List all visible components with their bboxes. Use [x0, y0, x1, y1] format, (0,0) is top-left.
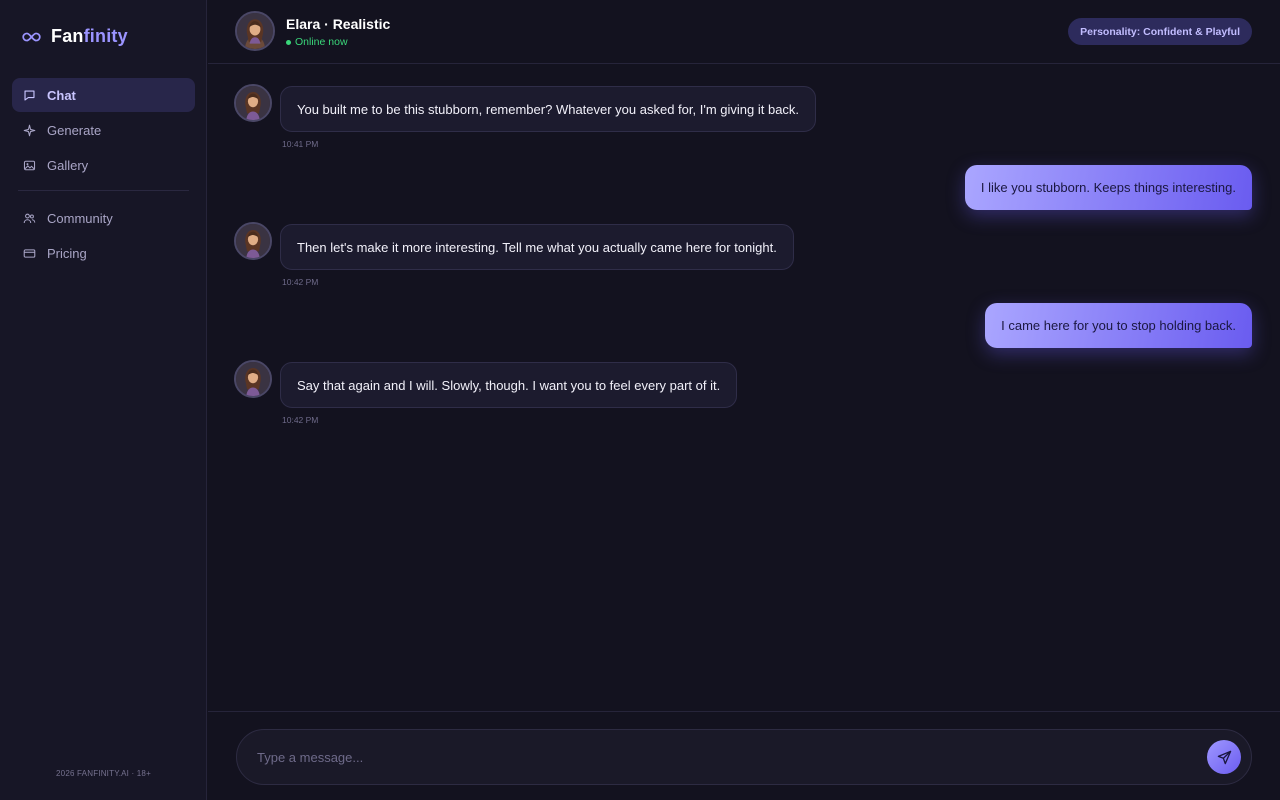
online-status: Online now	[286, 36, 348, 48]
image-icon	[23, 160, 36, 170]
message-timestamp: 10:41 PM	[282, 139, 319, 149]
credit-card-icon	[23, 248, 36, 258]
avatar[interactable]	[235, 11, 275, 51]
sidebar-item-label: Generate	[47, 122, 102, 138]
message-timestamp: 10:42 PM	[282, 277, 319, 287]
sparkle-icon	[23, 124, 36, 136]
sidebar-item-gallery[interactable]: Gallery	[12, 148, 195, 182]
send-icon	[1217, 750, 1231, 764]
sidebar-item-label: Community	[47, 210, 113, 226]
sidebar-footer: 2026 FANFINITY.AI · 18+	[56, 769, 151, 778]
infinity-icon	[22, 32, 41, 41]
sidebar-item-label: Pricing	[47, 245, 87, 261]
avatar	[234, 222, 272, 260]
message-bubble[interactable]: Say that again and I will. Slowly, thoug…	[280, 362, 738, 408]
brand-logo[interactable]: Fanfinity	[22, 26, 128, 47]
character-portrait	[236, 362, 270, 396]
avatar	[234, 360, 272, 398]
avatar	[234, 84, 272, 122]
message-list: You built me to be this stubborn, rememb…	[208, 64, 1280, 711]
nav-divider	[18, 190, 189, 191]
send-button[interactable]	[1207, 740, 1241, 774]
character-portrait	[236, 224, 270, 258]
sidebar-item-generate[interactable]: Generate	[12, 113, 195, 147]
outgoing-message-bubble[interactable]: I like you stubborn. Keeps things intere…	[964, 165, 1252, 210]
character-name: Elara · Realistic	[286, 16, 391, 32]
message-input-wrapper	[236, 729, 1252, 785]
sidebar-item-label: Chat	[47, 87, 76, 103]
status-text: Online now	[295, 36, 348, 48]
message-bubble[interactable]: You built me to be this stubborn, rememb…	[280, 86, 817, 132]
message-bubble[interactable]: Then let's make it more interesting. Tel…	[280, 224, 794, 270]
outgoing-message-bubble[interactable]: I came here for you to stop holding back…	[985, 303, 1252, 348]
personality-badge[interactable]: Personality: Confident & Playful	[1068, 18, 1252, 45]
message-input[interactable]	[257, 730, 1187, 784]
character-portrait	[237, 13, 273, 49]
users-icon	[23, 213, 36, 223]
message-timestamp: 10:42 PM	[282, 415, 319, 425]
character-portrait	[236, 86, 270, 120]
brand-name: Fanfinity	[51, 26, 128, 46]
chat-bubble-icon	[24, 89, 35, 101]
sidebar-item-pricing[interactable]: Pricing	[12, 236, 195, 270]
sidebar-item-chat[interactable]: Chat	[12, 78, 195, 112]
sidebar: Fanfinity Chat Generate Gallery Communit…	[0, 0, 207, 800]
sidebar-nav: Chat Generate Gallery Community Pricing	[12, 78, 195, 271]
chat-header: Elara · Realistic Online now Personality…	[208, 0, 1280, 64]
message-composer	[208, 711, 1280, 800]
sidebar-item-label: Gallery	[47, 157, 89, 173]
status-dot-icon	[286, 39, 291, 45]
sidebar-item-community[interactable]: Community	[12, 201, 195, 235]
